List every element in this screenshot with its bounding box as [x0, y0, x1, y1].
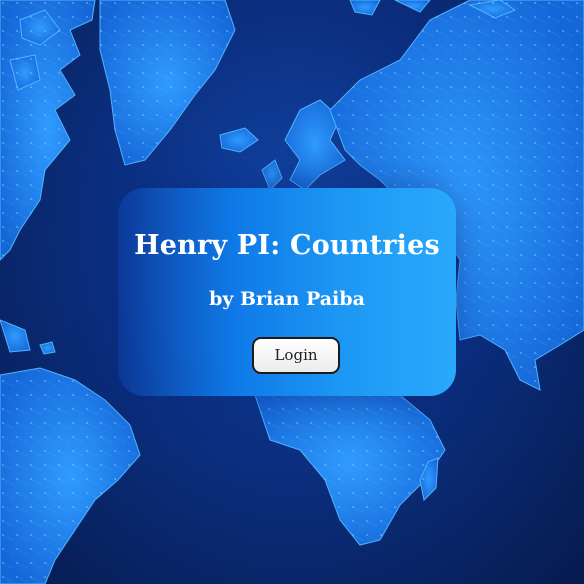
page-subtitle: by Brian Paiba	[209, 288, 365, 310]
page-title: Henry PI: Countries	[134, 230, 440, 261]
login-button[interactable]: Login	[252, 337, 340, 374]
login-card: Henry PI: Countries by Brian Paiba Login	[118, 188, 456, 396]
